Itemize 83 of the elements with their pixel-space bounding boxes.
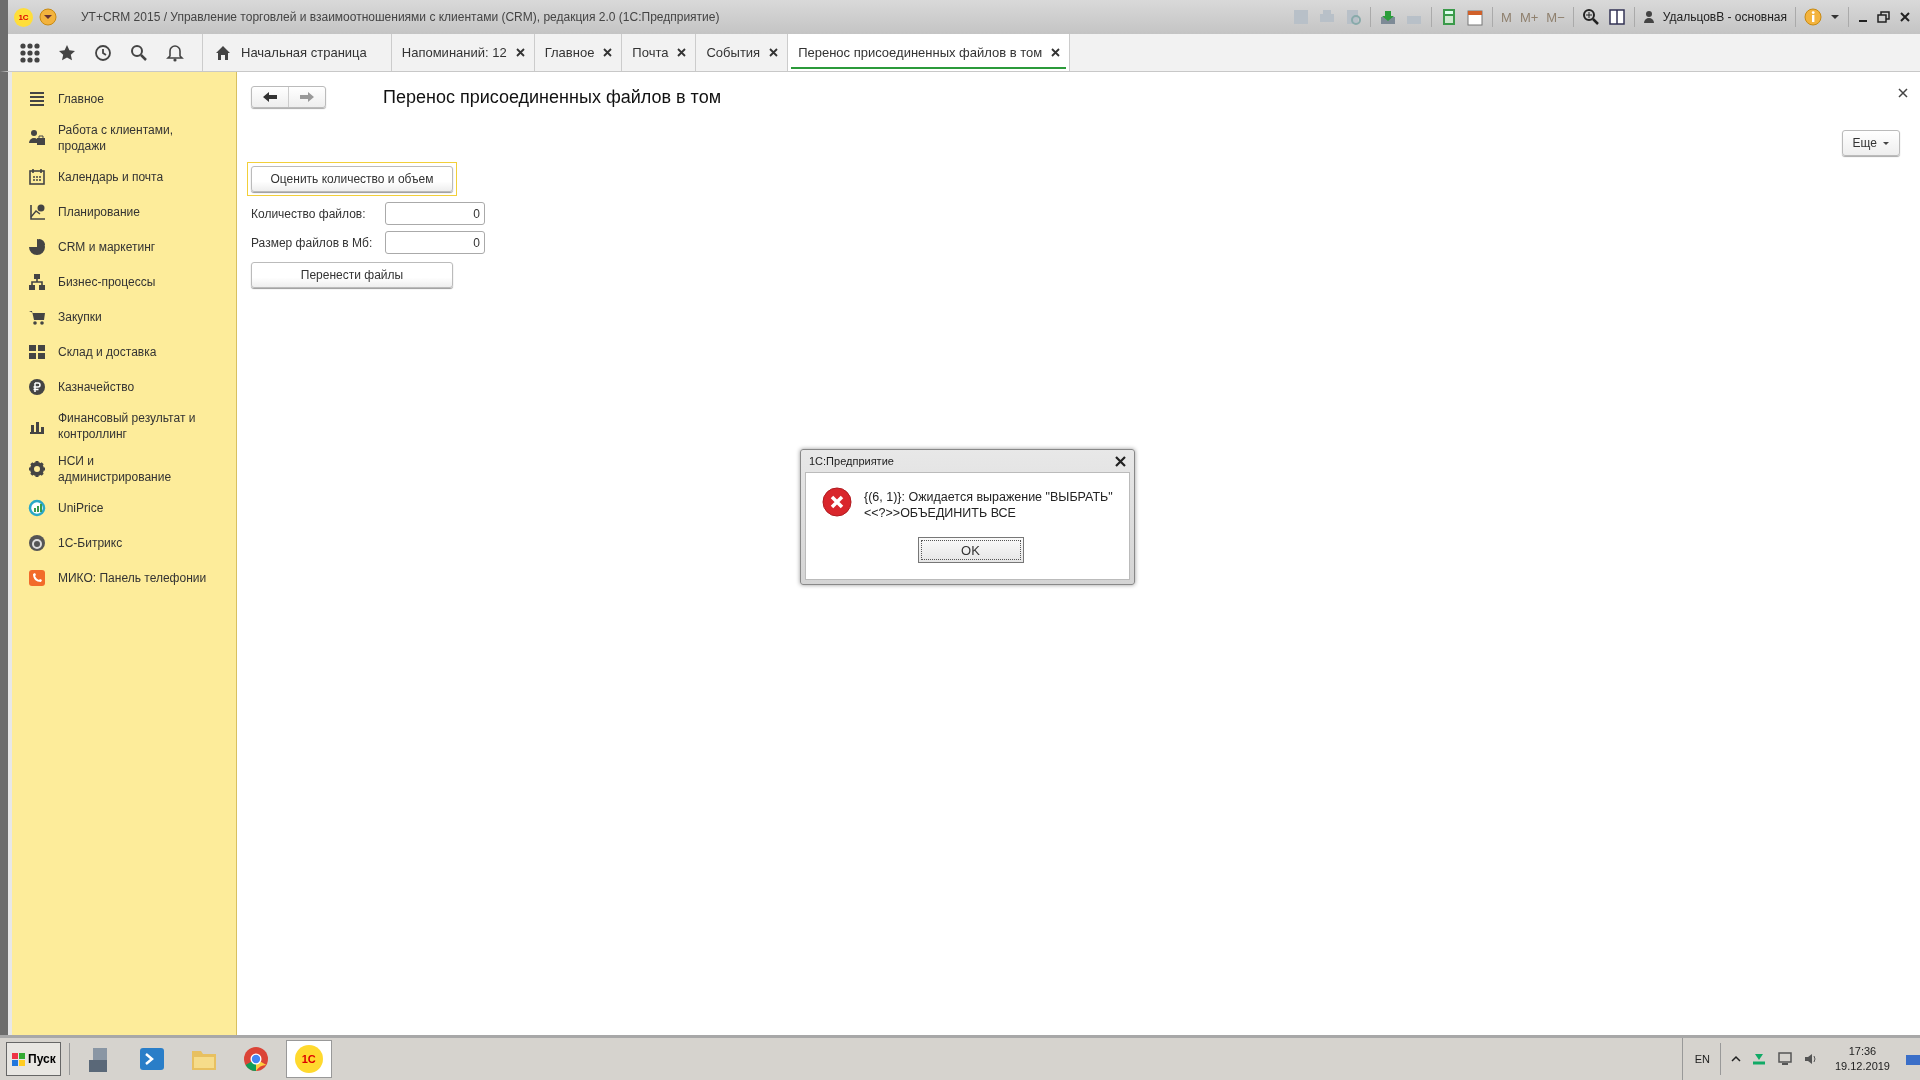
computer-icon[interactable] <box>1776 1051 1793 1067</box>
move-files-button[interactable]: Перенести файлы <box>251 262 453 288</box>
user-icon <box>1642 10 1655 24</box>
section-icon[interactable] <box>28 273 46 291</box>
sidebar-item[interactable]: Работа с клиентами, продажи <box>58 122 208 154</box>
apps-grid-icon[interactable] <box>20 42 40 63</box>
clock-time: 17:36 <box>1848 1044 1877 1059</box>
more-button[interactable]: Еще <box>1841 130 1900 156</box>
close-icon[interactable] <box>1898 88 1908 98</box>
back-arrow-icon[interactable] <box>262 91 278 103</box>
sidebar-item[interactable]: CRM и маркетинг <box>58 239 156 255</box>
tab[interactable]: Главное <box>534 34 623 71</box>
star-icon[interactable] <box>58 43 76 62</box>
section-icon[interactable] <box>28 378 46 396</box>
search-icon[interactable] <box>130 43 148 62</box>
sidebar-item[interactable]: Финансовый результат и контроллинг <box>58 410 208 442</box>
caret-icon[interactable] <box>1830 14 1840 20</box>
bell-icon[interactable] <box>166 43 184 62</box>
section-icon[interactable] <box>28 460 46 478</box>
sidebar-item[interactable]: Казначейство <box>58 379 135 395</box>
forward-arrow-icon[interactable] <box>299 91 315 103</box>
close-icon[interactable] <box>1898 10 1912 24</box>
sidebar-item[interactable]: Закупки <box>58 309 102 325</box>
close-icon[interactable] <box>1050 47 1062 58</box>
user-name[interactable]: УдальцовВ - основная <box>1662 10 1787 24</box>
field-label: Количество файлов: <box>251 206 367 221</box>
browser-icon[interactable] <box>242 1046 269 1072</box>
calendar-icon[interactable] <box>1466 8 1485 26</box>
number-field[interactable]: 0 <box>385 231 485 254</box>
sidebar-item[interactable]: Бизнес-процессы <box>58 274 156 290</box>
section-icon[interactable] <box>28 308 46 326</box>
estimate-button[interactable]: Оценить количество и объем <box>251 166 453 192</box>
error-icon <box>822 487 852 517</box>
form-title: Перенос присоединенных файлов в том <box>383 86 722 108</box>
close-icon[interactable] <box>676 47 688 58</box>
dialog-title: 1С:Предприятие <box>809 455 894 467</box>
section-icon[interactable] <box>28 343 46 361</box>
close-icon[interactable] <box>1115 455 1126 467</box>
section-icon[interactable] <box>28 90 46 108</box>
section-icon[interactable] <box>28 238 46 256</box>
sidebar-item[interactable]: МИКО: Панель телефонии <box>58 570 207 586</box>
navigation-buttons[interactable] <box>251 86 326 108</box>
sidebar-item[interactable]: НСИ и администрирование <box>58 453 208 485</box>
caret-icon[interactable] <box>1730 1055 1741 1063</box>
tab[interactable]: Почта <box>622 34 697 71</box>
sidebar-item[interactable]: UniPrice <box>58 500 104 516</box>
tab[interactable]: Начальная страница <box>203 34 392 71</box>
caret-icon <box>1883 141 1889 145</box>
tab[interactable]: Перенос присоединенных файлов в том <box>788 34 1071 71</box>
sidebar-item[interactable]: Планирование <box>58 204 140 220</box>
clock-date: 19.12.2019 <box>1834 1059 1890 1074</box>
app-logo: 1С <box>14 7 33 27</box>
close-icon[interactable] <box>602 47 614 58</box>
close-icon[interactable] <box>768 47 780 58</box>
section-icon[interactable] <box>28 203 46 221</box>
sidebar-item[interactable]: Календарь и почта <box>58 169 164 185</box>
section-icon[interactable] <box>28 168 46 186</box>
app-logo: 1С <box>294 1045 323 1073</box>
info-icon[interactable] <box>1804 8 1822 26</box>
sidebar-item[interactable]: 1С-Битрикс <box>58 535 123 551</box>
sidebar-item[interactable]: Склад и доставка <box>58 344 157 360</box>
section-icon[interactable] <box>28 534 46 552</box>
app-button[interactable]: 1С <box>285 1040 332 1078</box>
home-icon <box>215 44 231 61</box>
volume-icon[interactable] <box>1802 1051 1819 1067</box>
tab[interactable]: Напоминаний: 12 <box>391 34 535 71</box>
language-indicator[interactable]: EN <box>1694 1053 1710 1065</box>
error-message: {(6, 1)}: Ожидается выражение "ВЫБРАТЬ" <<?>>ОБЪЕДИНИТЬ ВСЕ <box>864 489 1113 521</box>
close-icon[interactable] <box>514 47 526 58</box>
history-icon[interactable] <box>94 43 112 62</box>
ok-button[interactable]: OK <box>917 537 1024 563</box>
terminal-icon[interactable] <box>138 1046 165 1072</box>
restore-icon[interactable] <box>1877 11 1890 23</box>
zoom-icon[interactable] <box>1581 8 1600 26</box>
section-icon[interactable] <box>28 129 46 147</box>
field-label: Размер файлов в Мб: <box>251 235 374 250</box>
panel-icon[interactable] <box>1607 8 1626 26</box>
number-field[interactable]: 0 <box>385 202 485 225</box>
windows-logo-icon <box>11 1051 26 1067</box>
sidebar-item[interactable]: Главное <box>58 91 104 107</box>
dropdown-icon <box>39 8 57 26</box>
window-title: УТ+CRM 2015 / Управление торговлей и взаимоотношениями с клиентами (CRM), редакция 2.0 (1С:Предприятие) <box>81 10 720 24</box>
start-button[interactable]: Пуск <box>6 1042 61 1076</box>
